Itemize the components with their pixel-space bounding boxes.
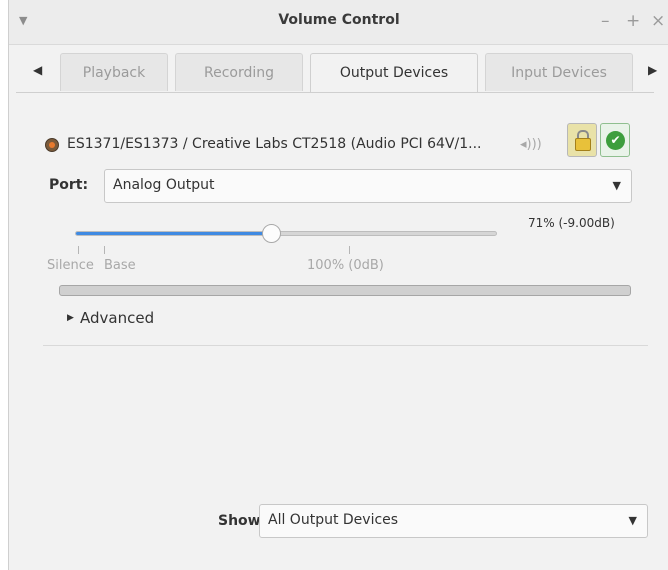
minimize-icon[interactable]: – bbox=[601, 11, 610, 31]
tab-recording[interactable]: Recording bbox=[175, 53, 303, 91]
sound-card-icon bbox=[45, 138, 59, 152]
show-select[interactable]: All Output Devices ▼ bbox=[259, 504, 648, 538]
window-title: Volume Control bbox=[278, 12, 400, 28]
base-tick bbox=[104, 246, 105, 254]
port-value: Analog Output bbox=[113, 177, 215, 193]
advanced-expander[interactable]: Advanced bbox=[80, 309, 154, 327]
title-bar: ▼ Volume Control – + × bbox=[9, 0, 668, 45]
silence-tick bbox=[78, 246, 79, 254]
checkmark-icon: ✔ bbox=[606, 131, 625, 150]
set-default-button[interactable]: ✔ bbox=[600, 123, 630, 157]
device-name: ES1371/ES1373 / Creative Labs CT2518 (Au… bbox=[67, 136, 482, 152]
volume-slider-fill bbox=[76, 232, 272, 235]
tab-input-devices[interactable]: Input Devices bbox=[485, 53, 633, 91]
close-icon[interactable]: × bbox=[651, 11, 665, 31]
padlock-icon bbox=[575, 138, 591, 151]
tab-scroll-left-icon[interactable]: ◀ bbox=[33, 63, 42, 77]
tab-playback[interactable]: Playback bbox=[60, 53, 168, 91]
divider bbox=[43, 345, 648, 346]
show-value: All Output Devices bbox=[268, 512, 399, 528]
lock-channels-button[interactable] bbox=[567, 123, 597, 157]
maximize-icon[interactable]: + bbox=[626, 11, 640, 31]
base-label: Base bbox=[104, 258, 136, 273]
peak-level-meter bbox=[59, 285, 631, 296]
tab-scroll-right-icon[interactable]: ▶ bbox=[648, 63, 657, 77]
speaker-icon[interactable]: ◂))) bbox=[520, 137, 542, 152]
volume-readout: 71% (-9.00dB) bbox=[528, 216, 615, 230]
volume-slider[interactable] bbox=[75, 224, 497, 243]
output-devices-panel bbox=[16, 92, 654, 563]
hundred-percent-label: 100% (0dB) bbox=[307, 258, 384, 273]
expander-arrow-icon[interactable]: ▶ bbox=[67, 313, 74, 323]
chevron-down-icon: ▼ bbox=[628, 514, 637, 527]
silence-label: Silence bbox=[47, 258, 94, 273]
port-select[interactable]: Analog Output ▼ bbox=[104, 169, 632, 203]
tab-output-devices[interactable]: Output Devices bbox=[310, 53, 478, 93]
port-label: Port: bbox=[49, 177, 89, 193]
hundred-percent-tick bbox=[349, 246, 350, 254]
chevron-down-icon: ▼ bbox=[612, 179, 621, 192]
